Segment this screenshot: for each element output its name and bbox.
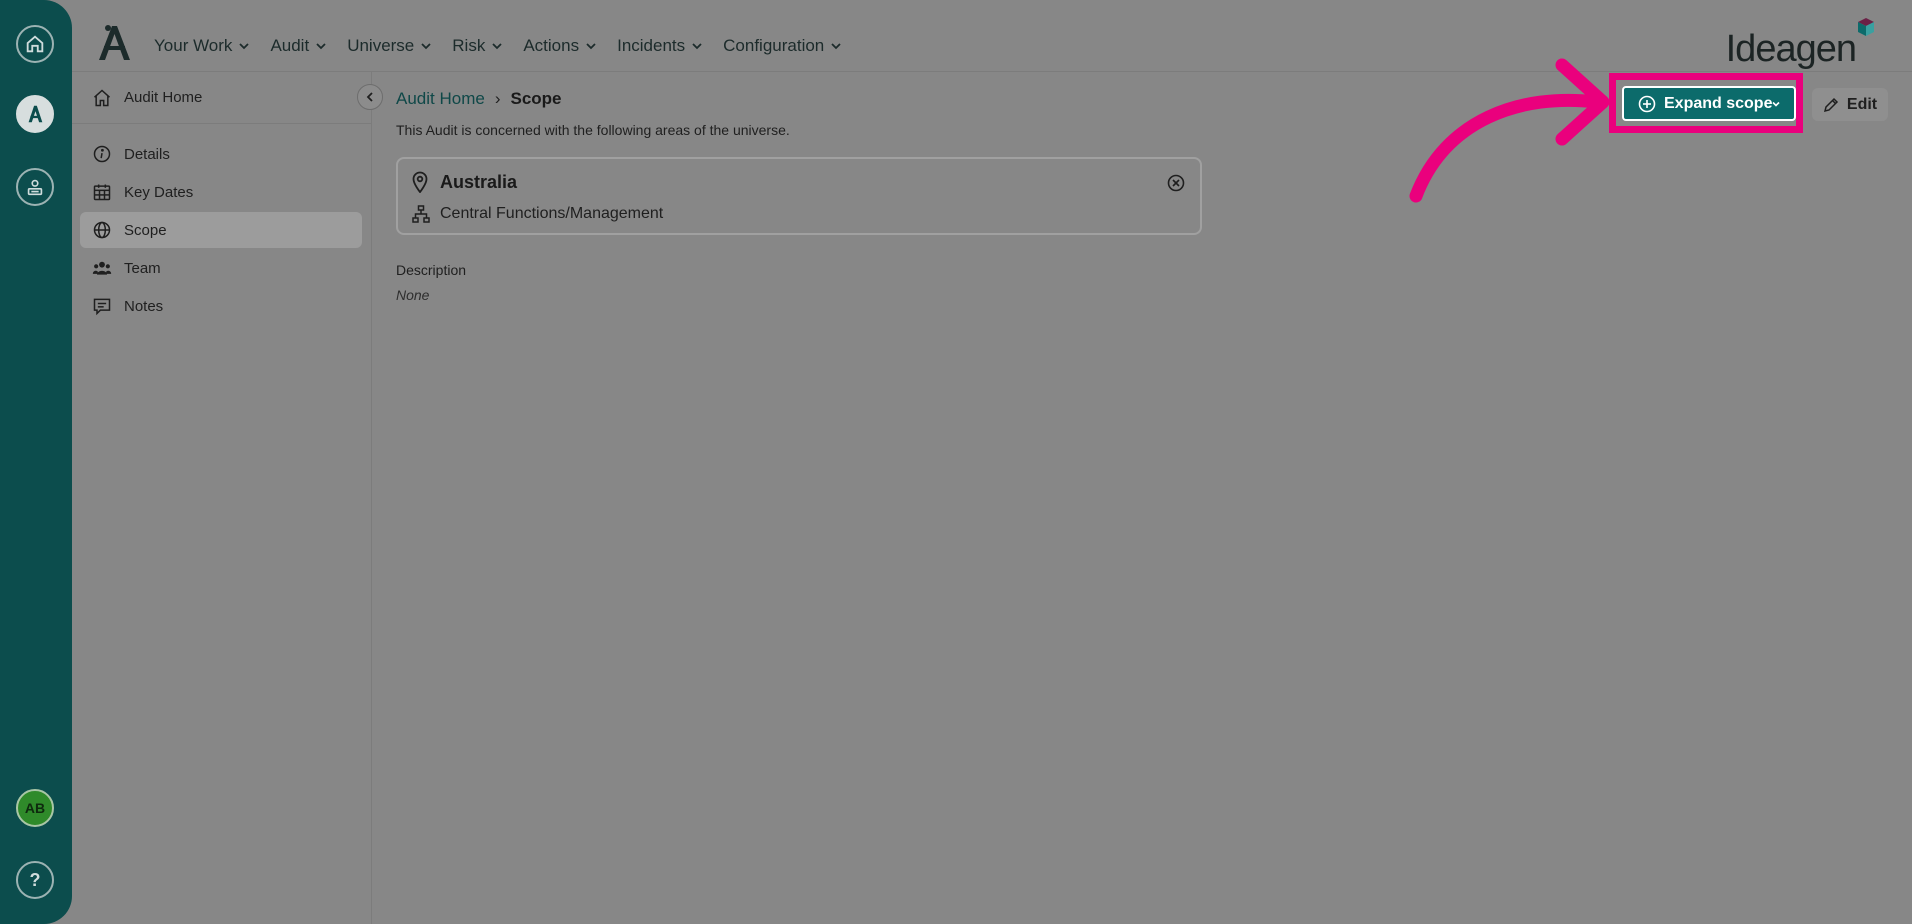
nav-actions[interactable]: Actions xyxy=(523,36,597,56)
chevron-down-icon xyxy=(421,43,431,50)
home-icon xyxy=(94,88,110,106)
person-list-icon[interactable] xyxy=(16,168,54,206)
nav-label: Incidents xyxy=(617,36,686,55)
chevron-down-icon xyxy=(316,43,326,50)
scope-location-name: Australia xyxy=(440,171,518,192)
edit-label: Edit xyxy=(1846,95,1878,113)
nav-risk[interactable]: Risk xyxy=(452,36,503,56)
expand-scope-label: Expand scope xyxy=(1664,94,1773,112)
edit-button[interactable]: Edit xyxy=(1812,88,1888,121)
nav-label: Actions xyxy=(523,36,580,55)
brand-name: Ideagen xyxy=(1725,28,1857,70)
breadcrumb-audit-home-link[interactable]: Audit Home xyxy=(396,89,485,109)
avatar[interactable]: AB xyxy=(16,789,54,827)
subnav-item-details[interactable]: Details xyxy=(80,136,362,172)
subnav-item-key-dates[interactable]: Key Dates xyxy=(80,174,362,210)
chevron-down-icon xyxy=(239,43,250,50)
audit-subnav: Audit Home Details Key Dates Scope Team … xyxy=(72,72,383,924)
nav-universe[interactable]: Universe xyxy=(347,36,432,56)
chevron-down-icon xyxy=(831,43,841,50)
nav-incidents[interactable]: Incidents xyxy=(617,36,703,56)
scope-intro-text: This Audit is concerned with the followi… xyxy=(396,122,790,138)
app-logo-icon[interactable] xyxy=(16,95,54,133)
description-value: None xyxy=(396,287,430,303)
scope-location: Australia xyxy=(412,171,517,193)
brand-cube-icon xyxy=(1858,18,1874,36)
top-header: Your Work Audit Universe Risk Actions In… xyxy=(72,0,1912,72)
scope-card: Australia Central Functions/Management xyxy=(396,157,1202,235)
home-icon[interactable] xyxy=(16,25,54,63)
subnav-list: Details Key Dates Scope Team Notes xyxy=(80,136,362,326)
nav-your-work[interactable]: Your Work xyxy=(154,36,250,56)
brand-logo: Ideagen xyxy=(1726,18,1878,68)
nav-label: Risk xyxy=(452,36,486,55)
pencil-icon xyxy=(1823,97,1838,112)
chevron-down-icon[interactable] xyxy=(1770,98,1782,110)
plus-circle-icon xyxy=(1638,95,1656,112)
app-rail: AB ? xyxy=(0,0,72,924)
collapse-sidebar-button[interactable] xyxy=(357,84,383,110)
breadcrumb-separator: › xyxy=(494,89,501,108)
subnav-item-label: Team xyxy=(124,259,161,277)
subnav-home-label: Audit Home xyxy=(124,89,203,106)
nav-label: Your Work xyxy=(154,36,233,55)
chevron-down-icon xyxy=(586,43,596,50)
chevron-down-icon xyxy=(492,43,502,50)
globe-icon xyxy=(93,221,111,239)
hierarchy-icon xyxy=(412,205,430,223)
subnav-item-scope[interactable]: Scope xyxy=(80,212,362,248)
nav-label: Configuration xyxy=(723,36,825,55)
nav-label: Audit xyxy=(270,36,310,55)
expand-scope-button[interactable]: Expand scope xyxy=(1622,86,1796,121)
subnav-item-team[interactable]: Team xyxy=(80,250,362,286)
subnav-item-notes[interactable]: Notes xyxy=(80,288,362,324)
subnav-item-label: Details xyxy=(124,145,170,163)
team-icon xyxy=(92,261,112,275)
nav-audit[interactable]: Audit xyxy=(270,36,327,56)
app-logo-icon[interactable] xyxy=(94,22,134,62)
remove-scope-icon[interactable] xyxy=(1166,173,1186,193)
subnav-item-label: Key Dates xyxy=(124,183,194,201)
nav-label: Universe xyxy=(347,36,415,55)
subnav-item-label: Notes xyxy=(124,297,164,315)
chevron-down-icon xyxy=(692,43,702,50)
help-icon[interactable]: ? xyxy=(16,861,54,899)
description-label: Description xyxy=(396,262,467,278)
scope-unit-name: Central Functions/Management xyxy=(440,205,664,222)
subnav-audit-home[interactable]: Audit Home xyxy=(72,72,371,124)
main-nav: Your Work Audit Universe Risk Actions In… xyxy=(154,36,862,56)
nav-configuration[interactable]: Configuration xyxy=(723,36,842,56)
scope-unit: Central Functions/Management xyxy=(412,205,663,223)
breadcrumb-current: Scope xyxy=(510,89,562,108)
subnav-item-label: Scope xyxy=(124,221,167,239)
chevron-left-icon xyxy=(366,92,373,102)
breadcrumb: Audit Home › Scope xyxy=(396,89,562,109)
calendar-icon xyxy=(93,184,111,201)
info-icon xyxy=(93,145,111,163)
location-pin-icon xyxy=(412,171,428,193)
notes-icon xyxy=(93,298,111,316)
